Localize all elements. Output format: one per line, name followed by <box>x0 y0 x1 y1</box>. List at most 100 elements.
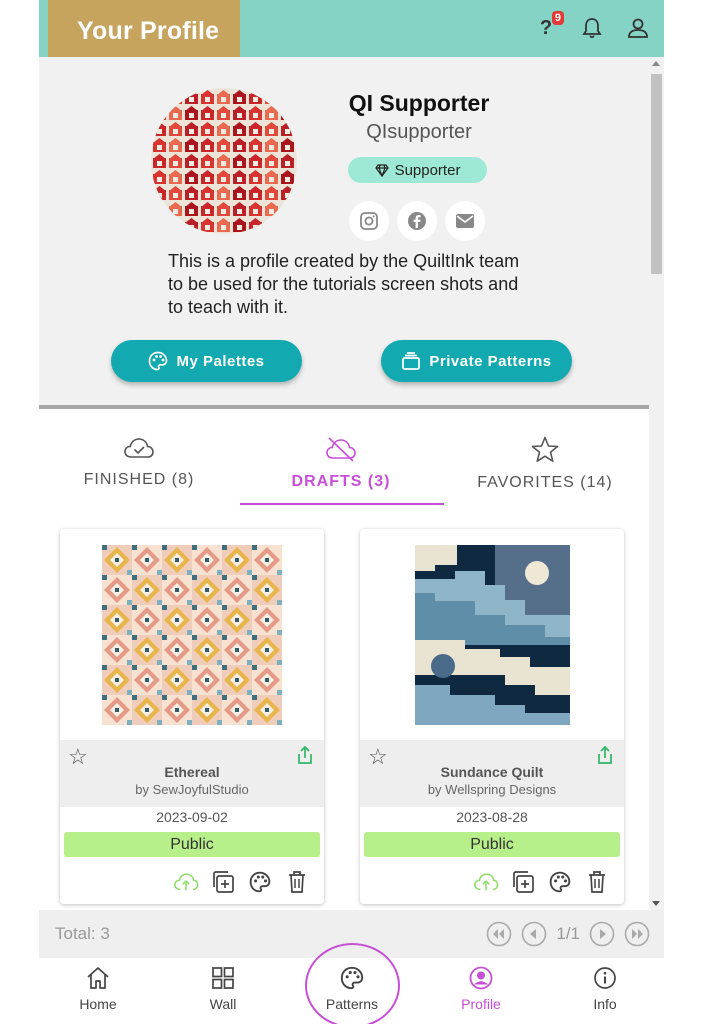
pattern-name: Ethereal <box>164 764 220 780</box>
visibility-badge: Public <box>364 832 620 857</box>
scroll-thumb[interactable] <box>651 74 662 274</box>
palette-button[interactable] <box>547 869 573 895</box>
upload-button[interactable] <box>173 869 199 895</box>
instagram-link[interactable] <box>349 201 389 241</box>
nav-wall-label: Wall <box>209 996 237 1012</box>
help-icon: ? <box>539 16 553 39</box>
pattern-grid: ☆ Ethereal by SewJoyfulStudio 2023-09-02… <box>39 509 649 910</box>
my-palettes-button[interactable]: My Palettes <box>111 340 302 382</box>
facebook-icon <box>408 212 426 230</box>
private-patterns-button[interactable]: Private Patterns <box>381 340 572 382</box>
upload-button[interactable] <box>473 869 499 895</box>
page-title-block: Your Profile <box>48 0 240 61</box>
tab-favorites[interactable]: FAVORITES (14) <box>445 436 645 492</box>
palette-icon <box>549 871 571 893</box>
nav-profile-label: Profile <box>461 996 501 1012</box>
palette-icon <box>149 351 168 371</box>
my-palettes-label: My Palettes <box>176 352 265 370</box>
pattern-card[interactable]: ☆ Ethereal by SewJoyfulStudio 2023-09-02… <box>60 529 324 904</box>
pattern-thumbnail[interactable] <box>402 545 582 725</box>
pattern-thumbnail[interactable] <box>102 545 282 725</box>
tab-favorites-label: FAVORITES (14) <box>477 474 613 491</box>
profile-bio: This is a profile created by the QuiltIn… <box>168 251 520 317</box>
tab-finished[interactable]: FINISHED (8) <box>39 436 239 489</box>
list-footer: Total: 3 1/1 <box>39 910 664 958</box>
star-outline-icon <box>531 436 559 462</box>
email-icon <box>456 214 474 228</box>
social-links <box>349 201 485 241</box>
profile-username: QIsupporter <box>366 121 472 143</box>
share-icon <box>598 745 612 764</box>
pattern-date: 2023-08-28 <box>456 809 528 825</box>
notification-badge: 9 <box>551 11 564 25</box>
visibility-badge: Public <box>64 832 320 857</box>
grid-icon <box>212 967 234 989</box>
duplicate-button[interactable] <box>510 869 536 895</box>
home-icon <box>87 967 109 989</box>
nav-patterns-label: Patterns <box>325 996 379 1012</box>
nav-info-label: Info <box>593 996 617 1012</box>
nav-home-label: Home <box>79 996 117 1012</box>
pattern-tabs: FINISHED (8) DRAFTS (3) FAVORITES (14) <box>39 409 649 509</box>
pattern-author: by SewJoyfulStudio <box>135 782 249 797</box>
profile-display-name: QI Supporter <box>348 90 490 116</box>
scrollbar[interactable] <box>649 57 664 910</box>
card-info: ☆ Sundance Quilt by Wellspring Designs <box>360 740 624 807</box>
scroll-down-arrow[interactable] <box>652 901 660 906</box>
first-page-icon[interactable] <box>486 921 512 947</box>
notifications-button[interactable] <box>578 14 606 42</box>
palette-icon <box>249 871 271 893</box>
duplicate-button[interactable] <box>210 869 236 895</box>
bottom-navigation: Home Wall Patterns Profile Info <box>39 958 664 1024</box>
page-indicator: 1/1 <box>556 924 580 943</box>
active-tab-underline <box>240 503 444 505</box>
delete-button[interactable] <box>284 869 310 895</box>
profile-icon <box>469 966 493 990</box>
avatar <box>151 88 297 234</box>
cloud-upload-icon <box>174 873 199 891</box>
user-icon <box>628 18 648 38</box>
tab-drafts-label: DRAFTS (3) <box>291 473 391 490</box>
folder-stack-icon <box>402 352 421 370</box>
previous-page-icon[interactable] <box>521 921 547 947</box>
top-icons: ? 9 <box>532 11 652 42</box>
supporter-badge: Supporter <box>348 157 487 183</box>
delete-button[interactable] <box>584 869 610 895</box>
palette-icon <box>340 966 364 990</box>
cloud-check-icon <box>124 438 154 458</box>
card-actions <box>473 869 610 895</box>
supporter-badge-label: Supporter <box>394 161 461 179</box>
tab-finished-label: FINISHED (8) <box>83 471 195 488</box>
email-link[interactable] <box>445 201 485 241</box>
nav-wall[interactable]: Wall <box>178 966 268 1012</box>
pattern-card[interactable]: ☆ Sundance Quilt by Wellspring Designs 2… <box>360 529 624 904</box>
pattern-name: Sundance Quilt <box>440 764 544 780</box>
nav-profile[interactable]: Profile <box>436 966 526 1012</box>
private-patterns-label: Private Patterns <box>429 352 552 370</box>
account-button[interactable] <box>624 14 652 42</box>
facebook-link[interactable] <box>397 201 437 241</box>
sundance-quilt-image <box>415 545 570 725</box>
pagination: 1/1 <box>486 921 650 947</box>
total-count: Total: 3 <box>55 924 110 943</box>
copy-add-icon <box>513 871 534 893</box>
page-title: Your Profile <box>77 17 220 45</box>
trash-icon <box>589 871 605 893</box>
cloud-off-icon <box>326 437 356 462</box>
scroll-up-arrow[interactable] <box>652 61 660 66</box>
trash-icon <box>289 871 305 893</box>
nav-info[interactable]: Info <box>560 966 650 1012</box>
top-bar: Your Profile ? 9 <box>39 0 664 61</box>
nav-patterns[interactable]: Patterns <box>307 966 397 1012</box>
instagram-icon <box>360 212 378 230</box>
palette-button[interactable] <box>247 869 273 895</box>
tab-drafts[interactable]: DRAFTS (3) <box>241 436 441 491</box>
last-page-icon[interactable] <box>624 921 650 947</box>
next-page-icon[interactable] <box>589 921 615 947</box>
help-button[interactable]: ? 9 <box>532 11 564 42</box>
profile-header: QI Supporter QIsupporter Supporter This … <box>39 57 649 405</box>
nav-home[interactable]: Home <box>53 966 143 1012</box>
cloud-upload-icon <box>474 873 499 891</box>
diamond-icon <box>374 163 389 177</box>
bell-icon <box>582 18 602 38</box>
